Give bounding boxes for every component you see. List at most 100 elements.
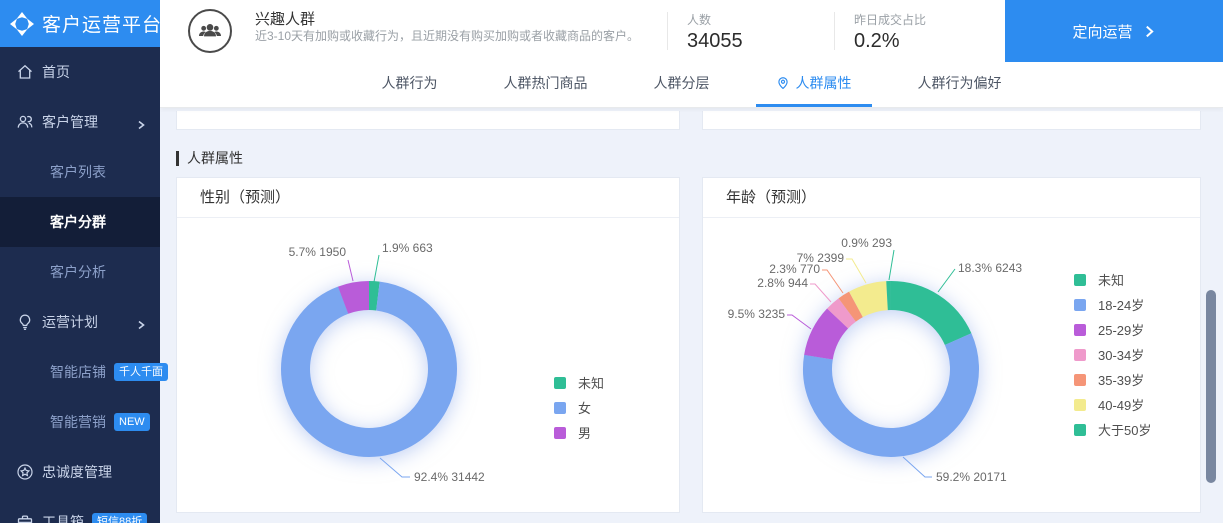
customer-operation-platform: 客户运营平台 首页 客户管理 客户列表 客户分群 客户分析 运营计划 智能店铺 千人千面 智能营… [0,0,1223,523]
chart-legend: 未知女男 [554,370,604,445]
tab-人群行为偏好[interactable]: 人群行为偏好 [898,62,1022,107]
legend-item-18-24岁[interactable]: 18-24岁 [1074,292,1151,317]
label-leader-line [787,314,812,330]
tab-label: 人群行为 [381,75,438,91]
card-partial-left [176,111,680,130]
donut-chart-性别（预测）: 1.9% 663 92.4% 31442 5.7% 1950 [281,241,485,484]
page-header: 兴趣人群 近3-10天有加购或收藏行为，且近期没有购买加购或者收藏商品的客户。 … [160,0,1223,62]
legend-swatch [1074,273,1086,286]
toolbox-icon [16,513,34,523]
label-leader-line [888,249,895,281]
legend-item-女[interactable]: 女 [554,395,604,420]
sidebar-item-客户列表[interactable]: 客户列表 [0,147,160,197]
tab-label: 人群属性 [795,75,852,91]
legend-swatch [554,401,566,414]
tab-人群行为[interactable]: 人群行为 [362,62,458,107]
label-leader-line [347,259,354,282]
tab-人群分层[interactable]: 人群分层 [634,62,730,107]
star-circle-icon [16,463,34,481]
sidebar-item-首页[interactable]: 首页 [0,47,160,97]
tab-人群属性[interactable]: 人群属性 [755,62,872,107]
sidebar-item-label: 工具箱 [42,514,84,523]
label-leader-line [846,258,867,284]
crowd-description: 近3-10天有加购或收藏行为，且近期没有购买加购或者收藏商品的客户。 [255,29,640,43]
age-chart-card: 年龄（预测） 18.3% 6243 59.2% 20171 9.5% 3235 2.8… [702,177,1201,513]
divider [667,12,668,50]
stat-label: 昨日成交占比 [854,13,927,27]
sidebar-item-智能店铺[interactable]: 智能店铺 千人千面 [0,347,168,397]
section-title-bar [176,150,179,166]
legend-swatch [554,426,566,439]
legend-label: 未知 [578,376,605,391]
legend-item-25-29岁[interactable]: 25-29岁 [1074,317,1151,342]
slice-label-40-49岁: 7% 2399 [797,251,845,265]
sidebar-item-label: 运营计划 [42,314,98,330]
legend-label: 男 [578,426,592,441]
stat-value: 34055 [687,30,743,52]
legend-label: 25-29岁 [1098,323,1145,338]
pin-icon [776,76,790,90]
sidebar-item-客户管理[interactable]: 客户管理 [0,97,160,147]
sidebar-item-工具箱[interactable]: 工具箱 短信88折 [0,497,160,523]
sidebar-item-客户分析[interactable]: 客户分析 [0,247,160,297]
sidebar-badge: 短信88折 [92,513,148,523]
legend-swatch [1074,348,1086,361]
legend-swatch [1074,398,1086,411]
legend-item-40-49岁[interactable]: 40-49岁 [1074,392,1151,417]
legend-swatch [1074,423,1086,436]
chart-body: 18.3% 6243 59.2% 20171 9.5% 3235 2.8% 944 2.… [703,218,1200,512]
tab-label: 人群热门商品 [503,75,588,91]
legend-item-30-34岁[interactable]: 30-34岁 [1074,342,1151,367]
sidebar-item-忠诚度管理[interactable]: 忠诚度管理 [0,447,160,497]
legend-label: 30-34岁 [1098,348,1145,363]
chart-body: 1.9% 663 92.4% 31442 5.7% 1950 未知女男 [177,218,679,512]
slice-label-未知: 1.9% 663 [382,241,433,255]
stat-value: 0.2% [854,30,900,52]
chart-title: 性别（预测） [177,178,679,218]
legend-label: 18-24岁 [1098,298,1145,313]
home-icon [16,63,34,81]
sidebar-item-label: 智能营销 [50,414,106,430]
slice-label-女: 92.4% 31442 [414,470,485,484]
legend-item-大于50岁[interactable]: 大于50岁 [1074,417,1151,442]
label-leader-line [902,456,932,478]
sidebar-item-label: 忠诚度管理 [42,464,112,480]
sidebar-item-label: 智能店铺 [50,364,106,380]
legend-item-未知[interactable]: 未知 [554,370,604,395]
stat-people-count: 人数 34055 [687,11,743,53]
slice-label-未知: 18.3% 6243 [958,261,1022,275]
sidebar-item-label: 首页 [42,64,70,80]
tab-人群热门商品[interactable]: 人群热门商品 [484,62,608,107]
bulb-icon [16,313,34,331]
slice-label-男: 5.7% 1950 [289,245,347,259]
legend-item-未知[interactable]: 未知 [1074,267,1151,292]
sidebar-badge: 千人千面 [114,363,168,381]
sidebar-item-label: 客户列表 [50,164,106,180]
vertical-scrollbar-thumb[interactable] [1206,290,1216,483]
sidebar-item-客户分群[interactable]: 客户分群 [0,197,160,247]
sidebar-badge: NEW [114,413,150,431]
chart-legend: 未知 18-24岁 25-29岁 30-34岁 35-39岁 40-49岁 大于50岁 [1074,267,1151,442]
legend-swatch [1074,373,1086,386]
donut-slice-女[interactable] [281,281,457,457]
sidebar-item-运营计划[interactable]: 运营计划 [0,297,160,347]
sidebar-item-label: 客户分群 [50,214,106,230]
label-leader-line [810,283,832,303]
users-icon [16,113,34,131]
slice-label-18-24岁: 59.2% 20171 [936,470,1007,484]
gender-chart-card: 性别（预测） 1.9% 663 92.4% 31442 5.7% 1950 未知女男 [176,177,680,513]
content-area: 人群属性 性别（预测） 1.9% 663 92.4% 31442 5.7% 1950… [160,108,1223,523]
legend-item-35-39岁[interactable]: 35-39岁 [1074,367,1151,392]
chevron-right-icon [1145,25,1154,37]
label-leader-line [373,254,380,283]
sidebar-menu: 首页客户管理客户列表客户分群客户分析运营计划智能店铺 千人千面智能营销 NEW 忠诚度… [0,47,168,523]
tab-label: 人群分层 [653,75,710,91]
legend-item-男[interactable]: 男 [554,420,604,445]
targeted-operation-button[interactable]: 定向运营 [1005,0,1223,62]
legend-swatch [1074,323,1086,336]
sidebar-item-智能营销[interactable]: 智能营销 NEW [0,397,160,447]
slice-label-大于50岁: 0.9% 293 [841,236,892,250]
brand-title: 客户运营平台 [42,15,163,36]
stat-label: 人数 [687,13,712,27]
card-partial-right [702,111,1201,130]
